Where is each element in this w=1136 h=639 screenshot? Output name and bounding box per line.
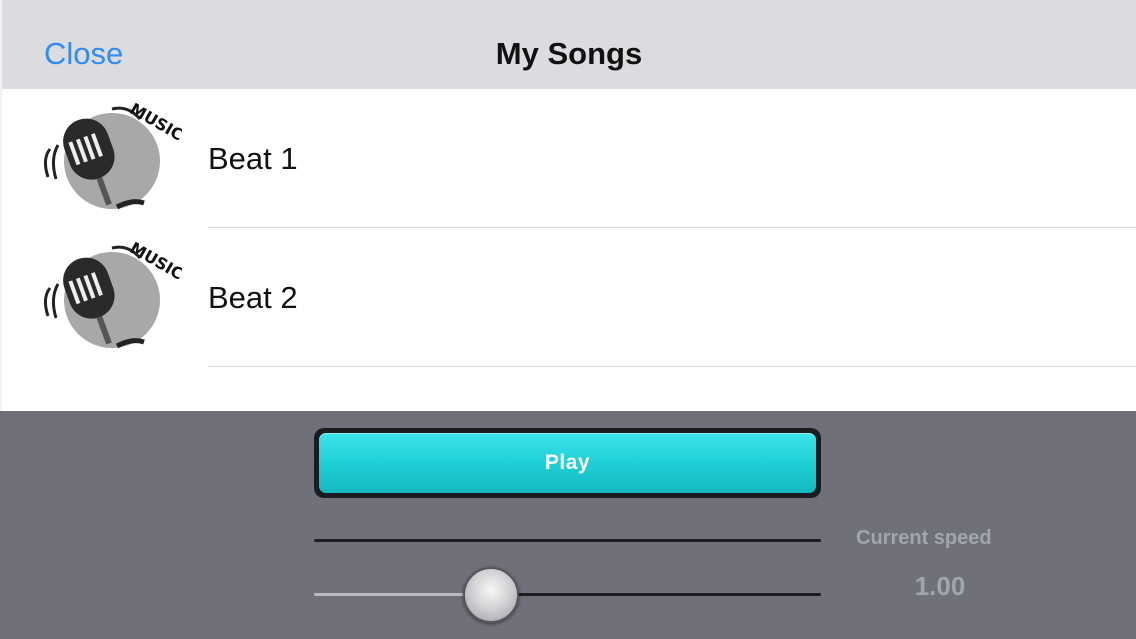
speed-value: 1.00 (914, 571, 966, 601)
play-label: Play (544, 451, 591, 474)
play-button[interactable]: Play (314, 428, 821, 498)
divider (208, 366, 1136, 367)
player-panel: Play Current speed 1.00 (0, 411, 1136, 639)
microphone-icon: MUSIC (43, 99, 182, 210)
song-list: MUSIC Beat 1 MUSIC Beat 2 (0, 89, 1136, 411)
song-row-beat-2[interactable]: MUSIC Beat 2 (2, 228, 1136, 367)
speed-label: Current speed (856, 527, 992, 549)
slider-thumb[interactable] (463, 567, 520, 623)
slider-track-empty (491, 593, 821, 596)
song-row-beat-1[interactable]: MUSIC Beat 1 (2, 89, 1136, 228)
song-title: Beat 2 (208, 280, 298, 315)
speed-slider[interactable] (314, 567, 821, 623)
navigation-bar: Close My Songs (0, 0, 1136, 89)
page-title: My Songs (495, 36, 643, 71)
microphone-icon: MUSIC (43, 238, 182, 349)
progress-track (314, 539, 821, 542)
play-button-face: Play (319, 433, 816, 493)
song-title: Beat 1 (208, 141, 298, 176)
